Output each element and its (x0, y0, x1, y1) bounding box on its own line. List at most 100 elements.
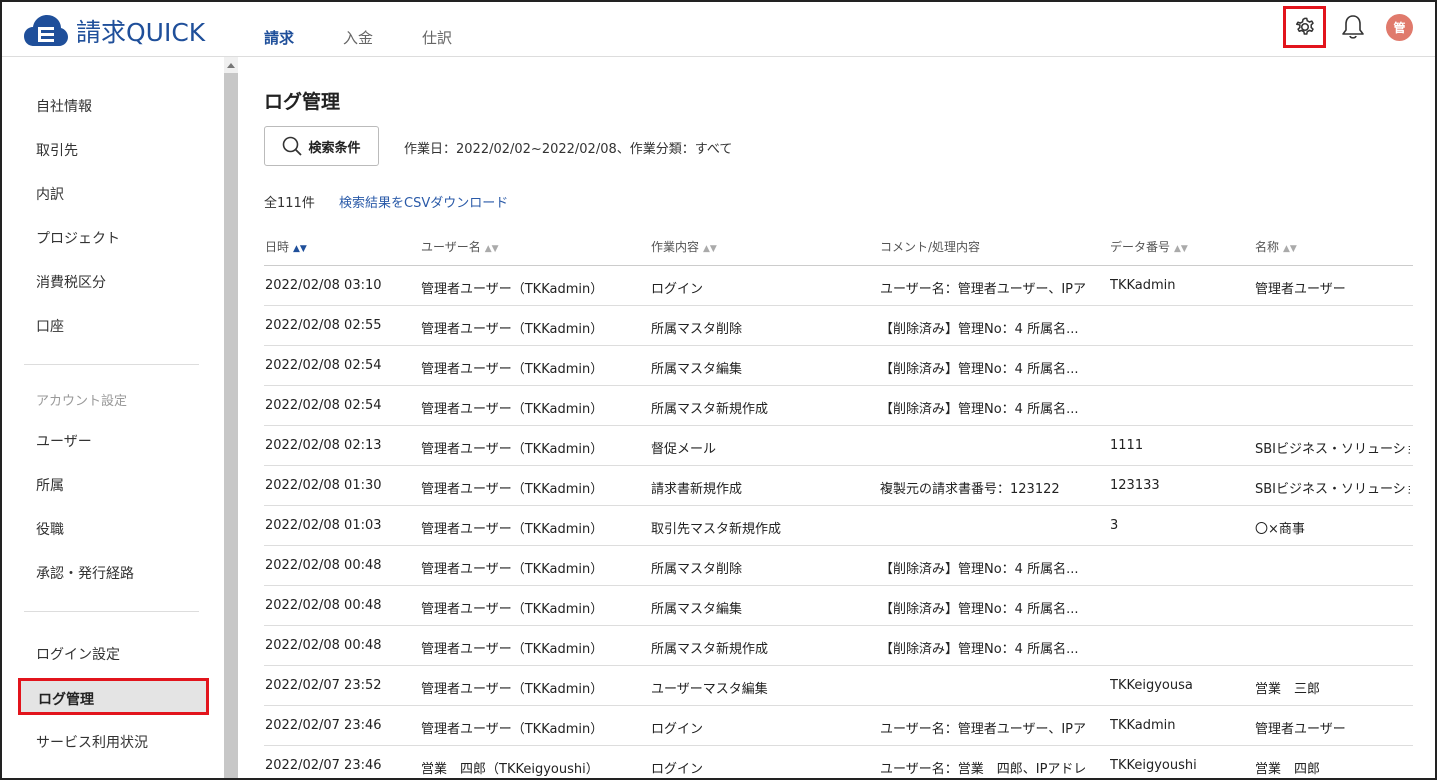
cell-name: 管理者ユーザー (1255, 722, 1346, 737)
table-body: 2022/02/08 03:10 管理者ユーザー（TKKadmin） ログイン ユーザ… (264, 266, 1413, 780)
cell-datetime: 2022/02/08 00:48 (265, 638, 382, 653)
cell-username: 管理者ユーザー（TKKadmin） (421, 562, 604, 577)
cell-name: SBIビジネス・ソリューション... (1255, 482, 1410, 497)
bell-icon[interactable] (1340, 13, 1366, 41)
cell-data-number: TKKadmin (1110, 278, 1176, 293)
cell-username: 管理者ユーザー（TKKadmin） (421, 322, 604, 337)
sort-icon: ▲▼ (1283, 244, 1297, 254)
sort-icon: ▲▼ (293, 244, 307, 254)
table-row[interactable]: 2022/02/08 00:48 管理者ユーザー（TKKadmin） 所属マスタ新規… (264, 626, 1413, 666)
sort-icon: ▲▼ (484, 244, 499, 254)
cell-datetime: 2022/02/08 01:03 (265, 518, 382, 533)
sidebar-item-approval-route[interactable]: 承認・発行経路 (36, 563, 134, 583)
sort-icon: ▲▼ (1174, 244, 1188, 254)
search-criteria-text: 作業日：2022/02/02~2022/02/08、作業分類：すべて (404, 142, 733, 157)
cell-datetime: 2022/02/08 02:54 (265, 358, 382, 373)
cell-name: SBIビジネス・ソリューション... (1255, 442, 1410, 457)
cell-username: 管理者ユーザー（TKKadmin） (421, 442, 604, 457)
column-header-task[interactable]: 作業内容 ▲▼ (651, 238, 876, 255)
search-conditions-button[interactable]: 検索条件 (264, 126, 379, 166)
cell-datetime: 2022/02/08 00:48 (265, 598, 382, 613)
cell-username: 管理者ユーザー（TKKadmin） (421, 362, 604, 377)
column-header-username[interactable]: ユーザー名 ▲▼ (421, 238, 646, 255)
sidebar-item-departments[interactable]: 所属 (36, 475, 64, 495)
cell-task: 督促メール (651, 442, 717, 457)
cell-name: 営業 三郎 (1255, 682, 1321, 697)
cell-task: 所属マスタ削除 (651, 322, 743, 337)
table-row[interactable]: 2022/02/08 02:54 管理者ユーザー（TKKadmin） 所属マスタ編集… (264, 346, 1413, 386)
main-nav: 請求 入金 仕訳 (264, 27, 501, 48)
csv-download-link[interactable]: 検索結果をCSVダウンロード (339, 192, 508, 211)
cell-datetime: 2022/02/07 23:46 (265, 718, 382, 733)
table-row[interactable]: 2022/02/08 00:48 管理者ユーザー（TKKadmin） 所属マスタ編集… (264, 586, 1413, 626)
column-header-name[interactable]: 名称 ▲▼ (1255, 238, 1410, 255)
table-row[interactable]: 2022/02/08 03:10 管理者ユーザー（TKKadmin） ログイン ユーザ… (264, 266, 1413, 306)
cell-data-number: 123133 (1110, 478, 1160, 493)
table-row[interactable]: 2022/02/08 02:54 管理者ユーザー（TKKadmin） 所属マスタ新規… (264, 386, 1413, 426)
table-row[interactable]: 2022/02/08 02:55 管理者ユーザー（TKKadmin） 所属マスタ削除… (264, 306, 1413, 346)
table-row[interactable]: 2022/02/07 23:46 管理者ユーザー（TKKadmin） ログイン ユーザ… (264, 706, 1413, 746)
app-logo[interactable]: 請求QUICK (24, 13, 205, 49)
sidebar-item-log-management[interactable]: ログ管理 (18, 678, 209, 715)
cell-username: 管理者ユーザー（TKKadmin） (421, 282, 604, 297)
cell-username: 管理者ユーザー（TKKadmin） (421, 402, 604, 417)
cell-comment: 【削除済み】管理No：4 所属名... (880, 642, 1079, 657)
table-row[interactable]: 2022/02/08 02:13 管理者ユーザー（TKKadmin） 督促メール 11… (264, 426, 1413, 466)
table-row[interactable]: 2022/02/08 01:30 管理者ユーザー（TKKadmin） 請求書新規作成… (264, 466, 1413, 506)
sidebar-item-account[interactable]: 口座 (36, 316, 64, 336)
cell-datetime: 2022/02/08 02:54 (265, 398, 382, 413)
cell-datetime: 2022/02/07 23:52 (265, 678, 382, 693)
nav-tab-journal[interactable]: 仕訳 (422, 27, 452, 48)
sidebar-divider (24, 364, 199, 365)
sidebar-divider (24, 611, 199, 612)
cell-comment: 複製元の請求書番号：123122 (880, 482, 1060, 497)
settings-button[interactable] (1283, 6, 1326, 48)
cell-task: ログイン (651, 282, 704, 297)
cell-comment: 【削除済み】管理No：4 所属名... (880, 602, 1079, 617)
sidebar-item-positions[interactable]: 役職 (36, 519, 64, 539)
sidebar-item-tax[interactable]: 消費税区分 (36, 272, 106, 292)
log-table: 日時 ▲▼ ユーザー名 ▲▼ 作業内容 ▲▼ コメント/処理内容 データ番号 ▲▼ 名称… (264, 225, 1413, 780)
cell-comment: ユーザー名：管理者ユーザー、IPア... (880, 722, 1085, 737)
sidebar-item-breakdown[interactable]: 内訳 (36, 184, 64, 204)
table-row[interactable]: 2022/02/08 00:48 管理者ユーザー（TKKadmin） 所属マスタ削除… (264, 546, 1413, 586)
cell-comment: 【削除済み】管理No：4 所属名... (880, 562, 1079, 577)
table-row[interactable]: 2022/02/07 23:52 管理者ユーザー（TKKadmin） ユーザーマスタ… (264, 666, 1413, 706)
sidebar-item-project[interactable]: プロジェクト (36, 228, 120, 248)
cell-comment: 【削除済み】管理No：4 所属名... (880, 402, 1079, 417)
sidebar-item-clients[interactable]: 取引先 (36, 140, 78, 160)
result-count: 全111件 (264, 196, 315, 211)
cell-username: 管理者ユーザー（TKKadmin） (421, 482, 604, 497)
sort-icon: ▲▼ (703, 244, 717, 254)
nav-tab-invoice[interactable]: 請求 (264, 27, 294, 48)
page-title: ログ管理 (264, 91, 341, 113)
cell-task: 所属マスタ編集 (651, 362, 743, 377)
table-row[interactable]: 2022/02/08 01:03 管理者ユーザー（TKKadmin） 取引先マスタ新… (264, 506, 1413, 546)
sidebar-item-login-settings[interactable]: ログイン設定 (36, 644, 120, 664)
nav-tab-payment[interactable]: 入金 (343, 27, 373, 48)
sidebar-section-label: アカウント設定 (36, 394, 128, 409)
top-header: 請求QUICK 請求 入金 仕訳 管 (0, 0, 1437, 57)
column-header-data-number[interactable]: データ番号 ▲▼ (1110, 238, 1250, 255)
column-header-datetime[interactable]: 日時 ▲▼ (265, 238, 415, 255)
cell-name: 営業 四郎 (1255, 762, 1321, 777)
cell-datetime: 2022/02/08 00:48 (265, 558, 382, 573)
sidebar-item-users[interactable]: ユーザー (36, 431, 92, 451)
cell-task: 所属マスタ新規作成 (651, 642, 769, 657)
cell-data-number: 1111 (1110, 438, 1144, 453)
cell-task: 請求書新規作成 (651, 482, 743, 497)
cell-name: 管理者ユーザー (1255, 282, 1346, 297)
cell-data-number: TKKadmin (1110, 718, 1176, 733)
sidebar-scrollbar[interactable] (224, 57, 238, 778)
column-header-comment: コメント/処理内容 (880, 240, 981, 254)
cell-username: 管理者ユーザー（TKKadmin） (421, 722, 604, 737)
table-row[interactable]: 2022/02/07 23:46 営業 四郎（TKKeigyoushi） ログイン ユ… (264, 746, 1413, 780)
user-avatar[interactable]: 管 (1386, 14, 1413, 41)
sidebar-item-company[interactable]: 自社情報 (36, 96, 92, 116)
cell-task: ログイン (651, 762, 704, 777)
cell-username: 管理者ユーザー（TKKadmin） (421, 682, 604, 697)
search-icon (283, 136, 303, 156)
sidebar-item-service-usage[interactable]: サービス利用状況 (36, 732, 148, 752)
cell-task: 所属マスタ削除 (651, 562, 743, 577)
scroll-up-arrow-icon[interactable] (224, 57, 238, 73)
